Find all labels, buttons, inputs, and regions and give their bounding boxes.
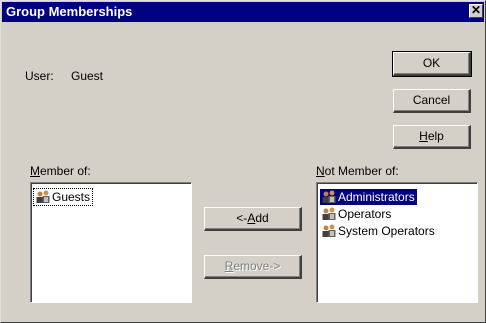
group-icon bbox=[320, 223, 338, 239]
member-of-listbox[interactable]: Guests bbox=[30, 182, 192, 303]
user-value: Guest bbox=[71, 69, 104, 83]
list-item-system-operators[interactable]: System Operators bbox=[320, 223, 437, 239]
list-item-operators[interactable]: Operators bbox=[320, 206, 393, 222]
group-icon bbox=[320, 206, 338, 222]
close-icon[interactable]: ✕ bbox=[469, 4, 483, 18]
group-icon bbox=[320, 189, 338, 205]
user-label: User: bbox=[25, 69, 54, 83]
list-item-guests[interactable]: Guests bbox=[32, 188, 94, 206]
add-button[interactable]: <-Add bbox=[204, 207, 302, 231]
group-icon bbox=[34, 189, 52, 205]
not-member-of-listbox[interactable]: Administrators Operators System Operator… bbox=[316, 182, 478, 303]
cancel-button[interactable]: Cancel bbox=[393, 89, 471, 113]
list-item-administrators[interactable]: Administrators bbox=[320, 189, 417, 205]
window-title: Group Memberships bbox=[6, 4, 133, 19]
title-bar[interactable]: Group Memberships ✕ bbox=[2, 2, 484, 22]
member-of-label: Member of: bbox=[30, 164, 91, 178]
not-member-of-label: Not Member of: bbox=[316, 164, 399, 178]
help-button[interactable]: Help bbox=[393, 125, 471, 149]
group-memberships-dialog: Group Memberships ✕ User: Guest OK Cance… bbox=[0, 0, 486, 323]
remove-button[interactable]: Remove-> bbox=[204, 255, 302, 279]
ok-button[interactable]: OK bbox=[392, 51, 472, 77]
